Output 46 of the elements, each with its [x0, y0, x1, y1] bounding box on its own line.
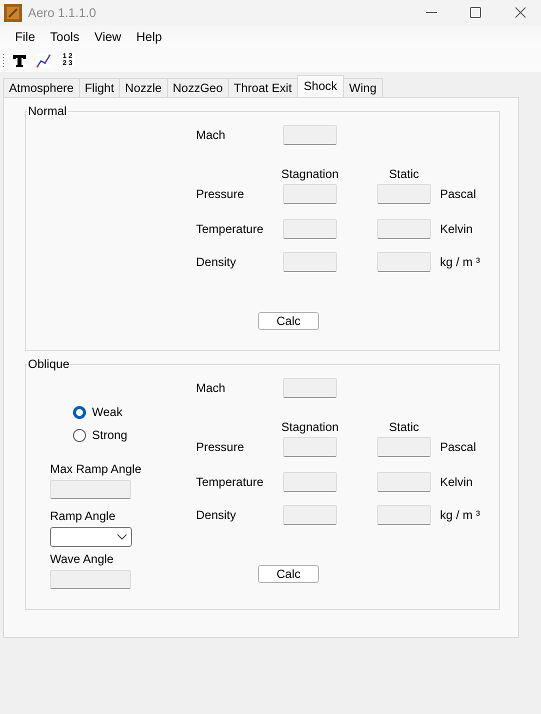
minimize-icon[interactable] [426, 12, 437, 14]
field-label: Ramp Angle [50, 510, 116, 523]
unit-label: Kelvin [440, 222, 473, 236]
text-icon[interactable] [12, 52, 27, 68]
unit-label: Kelvin [440, 475, 473, 489]
field-label: Temperature [196, 475, 264, 489]
field-label: Temperature [196, 222, 264, 236]
column-header: Static [388, 421, 420, 434]
unit-label: Pascal [440, 187, 476, 201]
unit-label: Pascal [440, 440, 476, 454]
column-header: Stagnation [280, 421, 340, 434]
calc-button[interactable]: Calc [258, 312, 319, 330]
unit-label: kg / m ³ [440, 508, 480, 522]
radio-button[interactable] [73, 428, 86, 442]
field-label: Density [196, 255, 238, 269]
field-label: Pressure [196, 187, 246, 201]
field-label: Mach [196, 381, 226, 395]
field-label: Mach [196, 128, 226, 142]
dropdown[interactable] [50, 527, 132, 547]
field-label: Wave Angle [50, 553, 114, 566]
radio-button[interactable] [73, 406, 86, 418]
maximize-icon[interactable] [470, 7, 481, 18]
tab[interactable]: Wing [343, 78, 382, 97]
menu-item[interactable]: Help [129, 30, 169, 44]
group-title: Oblique [27, 357, 70, 371]
menu-item[interactable]: View [87, 30, 128, 44]
tab[interactable]: Atmosphere [3, 78, 80, 97]
radio-label: Strong [92, 428, 128, 442]
close-icon[interactable] [515, 7, 526, 18]
field-label: Max Ramp Angle [50, 463, 142, 476]
unit-label: kg / m ³ [440, 255, 480, 269]
chevron-down-icon [117, 534, 127, 540]
field-label: Pressure [196, 440, 246, 454]
radio-label: Weak [92, 405, 122, 419]
tab[interactable]: Shock [296, 75, 344, 97]
field-label: Density [196, 508, 238, 522]
calc-button[interactable]: Calc [258, 565, 319, 583]
window-title: Aero 1.1.1.0 [28, 6, 98, 20]
group-title: Normal [27, 104, 68, 118]
app-icon [4, 4, 22, 22]
column-header: Static [388, 168, 420, 181]
tab[interactable]: Flight [78, 78, 120, 97]
menu-item[interactable]: Tools [43, 30, 86, 44]
menu-item[interactable]: File [8, 30, 42, 44]
line-chart-icon[interactable] [36, 52, 51, 68]
column-header: Stagnation [280, 168, 340, 181]
